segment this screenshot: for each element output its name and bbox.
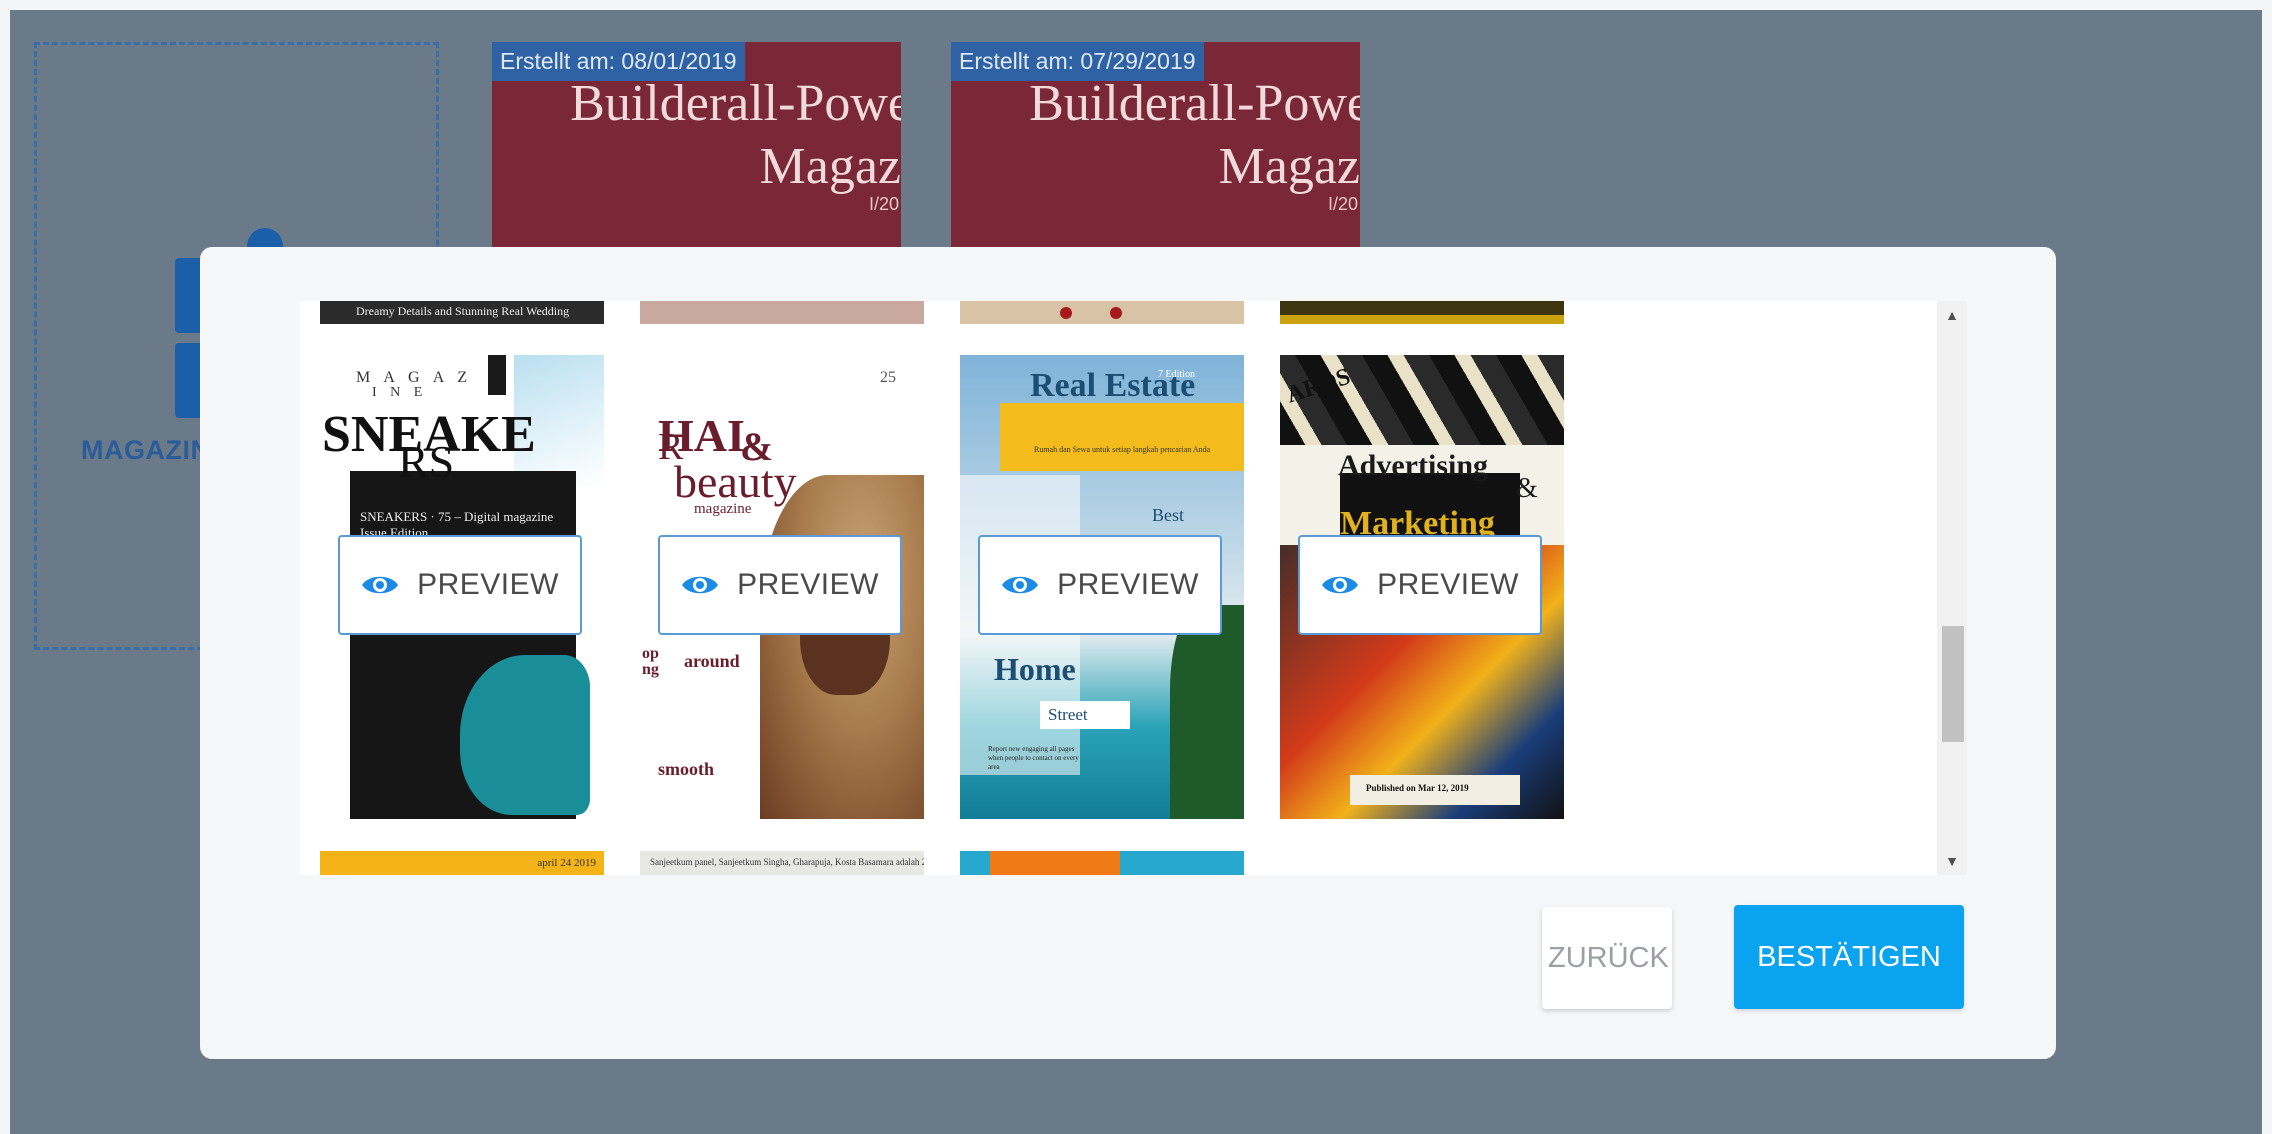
cover-title: & [1516,473,1538,504]
cover-text: ng [642,661,659,678]
cover-text: 7 Edition [1158,369,1195,380]
peek-decoration [1110,307,1122,319]
cover-photo [1280,355,1564,445]
cover-text: 25 [880,369,896,386]
template-cover: Real Estate 7 Edition Rumah dan Sewa unt… [960,355,1244,819]
cover-text: Rumah dan Sewa untuk setiap langkah penc… [1034,445,1211,454]
card-title-line2: Magaz [1218,138,1360,195]
card-title-line1: Builderall-Powe [570,75,901,132]
cover-title: Home [994,651,1076,687]
template-cover: HAI R & beauty magazine 25 op ng around … [640,355,924,819]
cover-text: Published on Mar 12, 2019 [1366,783,1469,793]
card-title-line3: I/20 [1327,194,1358,214]
scrollbar-thumb[interactable] [1942,626,1964,742]
preview-label: PREVIEW [1377,568,1519,601]
confirm-button[interactable]: BESTÄTIGEN [1734,905,1964,1009]
preview-button[interactable]: PREVIEW [658,535,902,635]
template-picker-modal: Dreamy Details and Stunning Real Wedding… [200,247,2056,1059]
preview-label: PREVIEW [1057,568,1199,601]
peek-decoration [990,851,1120,875]
preview-label: PREVIEW [417,568,559,601]
preview-button[interactable]: PREVIEW [1298,535,1542,635]
template-gallery: Dreamy Details and Stunning Real Wedding… [300,301,1952,875]
triangle-down-icon[interactable]: ▼ [1937,853,1967,869]
template-peek-bottom [960,851,1244,875]
peek-decoration [1060,307,1072,319]
eye-icon [362,576,399,594]
preview-button[interactable]: PREVIEW [978,535,1222,635]
template-peek-top [1280,301,1564,324]
cover-title: RS [398,436,455,487]
peek-text: Sanjeetkum panel, Sanjeetkum Singha, Gha… [650,857,924,867]
eye-icon [1322,576,1359,594]
cover-subtitle: magazine [694,501,752,517]
template-peek-top [960,301,1244,324]
new-magazine-label: MAGAZIN [81,435,211,465]
eye-icon [1002,576,1039,594]
cover-title: Advertising [1338,449,1488,482]
cover-text: Street [1048,705,1088,724]
back-button[interactable]: ZURÜCK [1542,907,1672,1009]
template-peek-top: Dreamy Details and Stunning Real Wedding [320,301,604,324]
cover-photo [1170,605,1244,819]
template-peek-bottom: Sanjeetkum panel, Sanjeetkum Singha, Gha… [640,851,924,875]
peek-decoration [1280,315,1564,324]
card-title-line1: Builderall-Powe [1029,75,1360,132]
window-top-edge [0,0,2272,10]
card-title-line2: Magaz [759,138,901,195]
cover-banner [1000,403,1244,471]
window-right-edge [2262,0,2272,1134]
triangle-up-icon[interactable]: ▲ [1937,307,1967,323]
cover-text: I N E [372,385,428,400]
template-cover: M A G A Z I N E SNEAKE RS SNEAKERS · 75 … [320,355,604,819]
template-cover: ARDS Advertising & Marketing Published o… [1280,355,1564,819]
card-title-line3: I/20 [868,194,899,214]
cover-decoration [488,355,506,395]
cover-text: around [684,651,740,671]
preview-button[interactable]: PREVIEW [338,535,582,635]
eye-icon [682,576,719,594]
cover-text: Report new engaging all pages when peopl… [988,745,1079,771]
cover-text: Best [1152,505,1185,525]
peek-text: Dreamy Details and Stunning Real Wedding [356,304,570,318]
template-peek-bottom: april 24 2019 [320,851,604,875]
preview-label: PREVIEW [737,568,879,601]
window-left-edge [0,0,10,1134]
template-peek-top [640,301,924,324]
cover-photo [460,655,590,815]
peek-text: april 24 2019 [537,857,596,869]
cover-text: smooth [658,759,715,779]
gallery-scrollbar[interactable]: ▲ ▼ [1937,301,1967,875]
